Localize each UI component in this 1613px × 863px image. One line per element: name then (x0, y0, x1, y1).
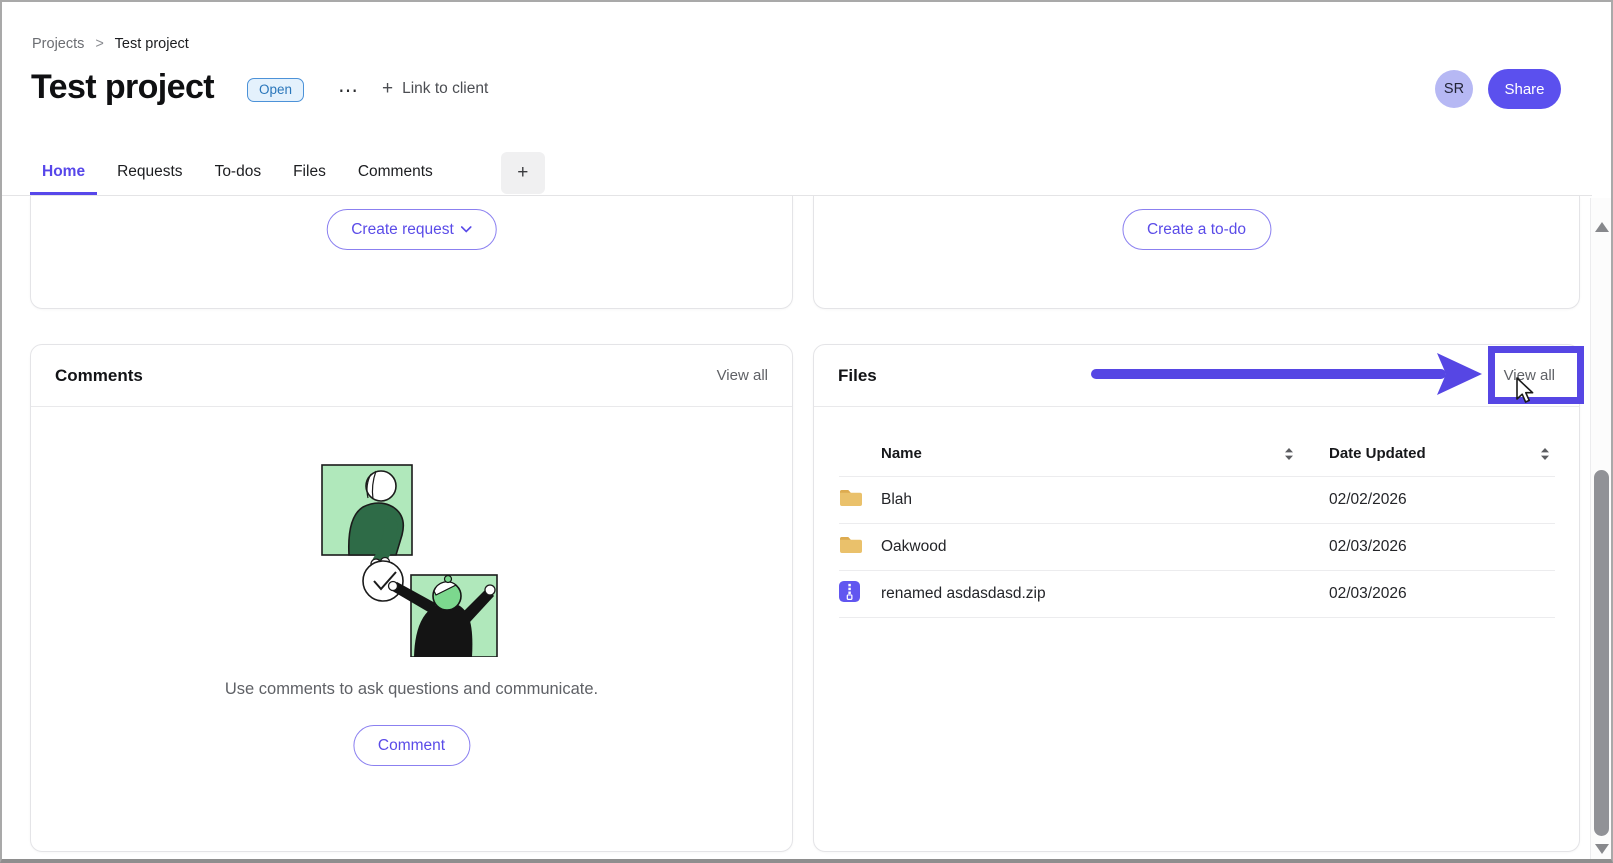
tab-bar: Home Requests To-dos Files Comments + (2, 152, 1592, 196)
comments-empty-illustration (319, 455, 505, 662)
share-button[interactable]: Share (1488, 69, 1561, 109)
link-to-client-button[interactable]: + Link to client (382, 78, 488, 100)
file-name[interactable]: Blah (881, 491, 912, 509)
tab-home[interactable]: Home (30, 152, 98, 195)
zip-file-icon (839, 581, 860, 607)
link-to-client-label: Link to client (402, 80, 489, 97)
files-table: Name Date Updated Blah 02/02/2026 Oakwood 0… (839, 431, 1555, 618)
file-date-updated: 02/03/2026 (1329, 585, 1407, 602)
page-title: Test project (31, 68, 215, 106)
folder-icon (839, 488, 863, 513)
status-badge: Open (247, 78, 305, 102)
plus-icon: + (382, 78, 394, 99)
table-row[interactable]: Blah 02/02/2026 (839, 477, 1555, 524)
scroll-down-icon[interactable] (1595, 844, 1609, 854)
tab-comments[interactable]: Comments (346, 152, 445, 195)
add-tab-button[interactable]: + (500, 152, 545, 194)
folder-icon (839, 535, 863, 560)
more-options-button[interactable]: ⋯ (332, 74, 366, 107)
column-header-name[interactable]: Name (881, 445, 922, 462)
sort-icon[interactable] (1283, 447, 1295, 461)
tab-to-dos[interactable]: To-dos (203, 152, 274, 195)
table-row[interactable]: Oakwood 02/03/2026 (839, 524, 1555, 571)
avatar[interactable]: SR (1435, 70, 1473, 108)
comments-empty-message: Use comments to ask questions and commun… (224, 680, 599, 698)
create-todo-button[interactable]: Create a to-do (1121, 209, 1272, 250)
files-card: Files View all Name Date Updated Blah 02… (813, 344, 1580, 852)
vertical-scrollbar[interactable] (1590, 198, 1611, 859)
tab-files[interactable]: Files (281, 152, 338, 195)
todos-card: Create a to-do (813, 196, 1580, 309)
file-name[interactable]: Oakwood (881, 538, 946, 556)
files-view-all-link[interactable]: View all (1504, 367, 1555, 384)
chevron-down-icon (460, 226, 472, 233)
breadcrumb-projects[interactable]: Projects (32, 36, 84, 52)
files-table-header: Name Date Updated (839, 431, 1555, 477)
scrollbar-thumb[interactable] (1594, 470, 1609, 836)
breadcrumb-current: Test project (114, 36, 189, 52)
comments-view-all-link[interactable]: View all (717, 367, 768, 384)
comments-card-title: Comments (55, 365, 143, 385)
breadcrumb: Projects > Test project (32, 36, 189, 52)
scroll-up-icon[interactable] (1595, 222, 1609, 232)
sort-icon[interactable] (1539, 447, 1551, 461)
tab-requests[interactable]: Requests (105, 152, 194, 195)
file-date-updated: 02/03/2026 (1329, 538, 1407, 555)
breadcrumb-separator: > (95, 36, 104, 52)
files-card-title: Files (838, 365, 877, 385)
comment-button[interactable]: Comment (352, 725, 471, 766)
file-date-updated: 02/02/2026 (1329, 491, 1407, 508)
file-name[interactable]: renamed asdasdasd.zip (881, 585, 1046, 603)
requests-card: Create request (30, 196, 793, 309)
project-page: Projects > Test project Test project Ope… (0, 0, 1613, 863)
create-request-button[interactable]: Create request (326, 209, 497, 250)
column-header-date-updated[interactable]: Date Updated (1329, 445, 1426, 462)
table-row[interactable]: renamed asdasdasd.zip 02/03/2026 (839, 571, 1555, 618)
comments-card: Comments View all Use comments to ask qu… (30, 344, 793, 852)
